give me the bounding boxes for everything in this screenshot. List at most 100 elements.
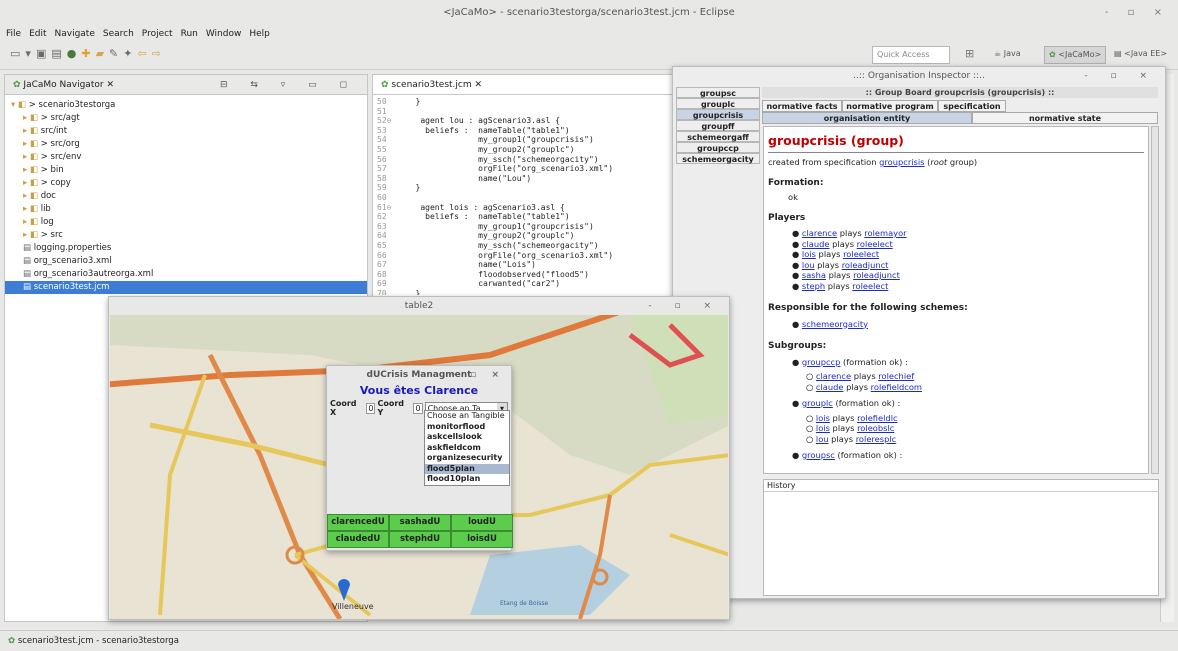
role-link[interactable]: roleobslc [857,423,894,433]
group-tab[interactable]: groupsc [676,87,760,98]
group-tab[interactable]: groupcrisis [676,109,760,120]
menu-help[interactable]: Help [249,26,270,42]
agent-link[interactable]: lois [816,423,830,433]
option-item[interactable]: Choose an Tangible [425,411,509,422]
group-tab[interactable]: schemeorgaff [676,131,760,142]
scheme-link[interactable]: schemeorgacity [802,319,868,329]
group-tab[interactable]: grouplc [676,98,760,109]
menu-search[interactable]: Search [103,26,134,42]
group-tab[interactable]: schemeorgacity [676,153,760,164]
tab-normative-facts[interactable]: normative facts [762,100,842,112]
subgroup-link[interactable]: groupccp [802,357,841,367]
agent-button[interactable]: claudedU [327,531,389,548]
view-menu-icon[interactable]: ⊟ ⇆ ▿ ▭ ◻ [220,75,357,95]
coord-x-input[interactable]: 0 [366,402,376,414]
tree-item[interactable]: ▸ ◧ > copy [5,177,367,190]
close-icon[interactable]: ✕ [106,80,114,90]
role-link[interactable]: rolechief [878,371,914,381]
tree-item[interactable]: ▸ ◧ > src [5,229,367,242]
dialog-window-controls[interactable]: - ▫ × [451,366,505,384]
option-item[interactable]: askfieldcom [425,443,509,454]
group-tab[interactable]: groupff [676,120,760,131]
agent-link[interactable]: clarence [802,228,837,238]
agent-button[interactable]: stephdU [389,531,451,548]
agent-link[interactable]: claude [802,239,830,249]
agent-link[interactable]: claude [816,382,844,392]
tree-item[interactable]: ▸ ◧ > src/org [5,138,367,151]
save-icon[interactable]: ▣ [36,47,46,60]
role-link[interactable]: rolefieldcom [871,382,922,392]
agent-link[interactable]: lois [802,249,816,259]
agent-link[interactable]: steph [802,281,825,291]
option-item[interactable]: askcellslook [425,432,509,443]
close-icon[interactable]: ✕ [474,80,482,90]
role-link[interactable]: roleresplc [856,434,897,444]
debug-icon[interactable]: ● [67,47,77,60]
perspective-jacamo[interactable]: ✿ <JaCaMo> [1044,46,1107,64]
agent-link[interactable]: sasha [802,270,826,280]
code-area[interactable]: 50 } 51 52⊖ agent lou : agScenario3.asl {… [373,95,675,295]
quick-access-input[interactable]: Quick Access [872,46,950,64]
role-link[interactable]: roleelect [852,281,888,291]
option-item[interactable]: monitorflood [425,422,509,433]
open-folder-icon[interactable]: ▰ [96,47,104,60]
wand-icon[interactable]: ✦ [123,47,132,60]
tree-item[interactable]: ▸ ◧ lib [5,203,367,216]
menu-edit[interactable]: Edit [29,26,46,42]
navigator-tab[interactable]: ✿ JaCaMo Navigator ✕ ⊟ ⇆ ▿ ▭ ◻ [5,75,367,95]
role-link[interactable]: rolemayor [864,228,906,238]
perspective-java[interactable]: ☕ Java [990,46,1025,64]
group-tab[interactable]: groupccp [676,142,760,153]
tree-item[interactable]: ▸ ◧ > bin [5,164,367,177]
new-icon[interactable]: ▭ [10,47,20,60]
save-all-icon[interactable]: ▤ [51,47,61,60]
agent-button[interactable]: loudU [451,514,513,531]
menu-run[interactable]: Run [181,26,198,42]
tree-item[interactable]: ▸ ◧ src/int [5,125,367,138]
tree-item[interactable]: ▾ ◧ > scenario3testorga [5,99,367,112]
run-icon[interactable]: ✚ [81,47,90,60]
tree-item[interactable]: ▤ org_scenario3autreorga.xml [5,268,367,281]
window-controls[interactable]: - ▫ × [1105,0,1170,26]
role-link[interactable]: rolefieldlc [857,413,897,423]
agent-button[interactable]: sashadU [389,514,451,531]
tree-item[interactable]: ▸ ◧ log [5,216,367,229]
tree-item[interactable]: ▸ ◧ > src/agt [5,112,367,125]
detail-scrollbar[interactable] [1151,126,1159,474]
agent-button[interactable]: clarencedU [327,514,389,531]
agent-button[interactable]: loisdU [451,531,513,548]
back-icon[interactable]: ⇦ [137,47,146,60]
option-item[interactable]: flood5plan [425,463,509,474]
role-link[interactable]: roleelect [843,249,879,259]
agent-link[interactable]: lou [802,260,815,270]
perspective-javaee[interactable]: ▤ <Java EE> [1110,46,1171,64]
editor-tab[interactable]: ✿ scenario3test.jcm ✕ [373,75,675,95]
subgroup-link[interactable]: groupsc [802,450,835,460]
tree-item[interactable]: ▸ ◧ doc [5,190,367,203]
tab-normative-program[interactable]: normative program [842,100,938,112]
tab-specification[interactable]: specification [938,100,1006,112]
menu-window[interactable]: Window [206,26,242,42]
tab-organisation-entity[interactable]: organisation entity [762,112,972,124]
tab-normative-state[interactable]: normative state [972,112,1158,124]
agent-link[interactable]: lois [816,413,830,423]
map-window-controls[interactable]: - ▫ × [648,297,721,315]
forward-icon[interactable]: ⇨ [152,47,161,60]
tree-item[interactable]: ▤ scenario3test.jcm [5,281,367,294]
role-link[interactable]: roleadjunct [842,260,889,270]
subgroup-link[interactable]: grouplc [802,398,833,408]
inspector-window-controls[interactable]: - ▫ × [1084,67,1157,85]
menu-file[interactable]: File [6,26,21,42]
tree-item[interactable]: ▸ ◧ > src/env [5,151,367,164]
menu-navigate[interactable]: Navigate [55,26,95,42]
menu-project[interactable]: Project [142,26,173,42]
option-item[interactable]: flood10plan [425,474,509,485]
role-link[interactable]: roleelect [857,239,893,249]
open-perspective-icon[interactable]: ⊞ [965,47,974,60]
coord-y-input[interactable]: 0 [413,402,423,414]
option-item[interactable]: organizesecurity [425,453,509,464]
tree-item[interactable]: ▤ org_scenario3.xml [5,255,367,268]
pen-icon[interactable]: ✎ [109,47,118,60]
agent-link[interactable]: clarence [816,371,851,381]
dropdown-icon[interactable]: ▾ [25,47,31,60]
